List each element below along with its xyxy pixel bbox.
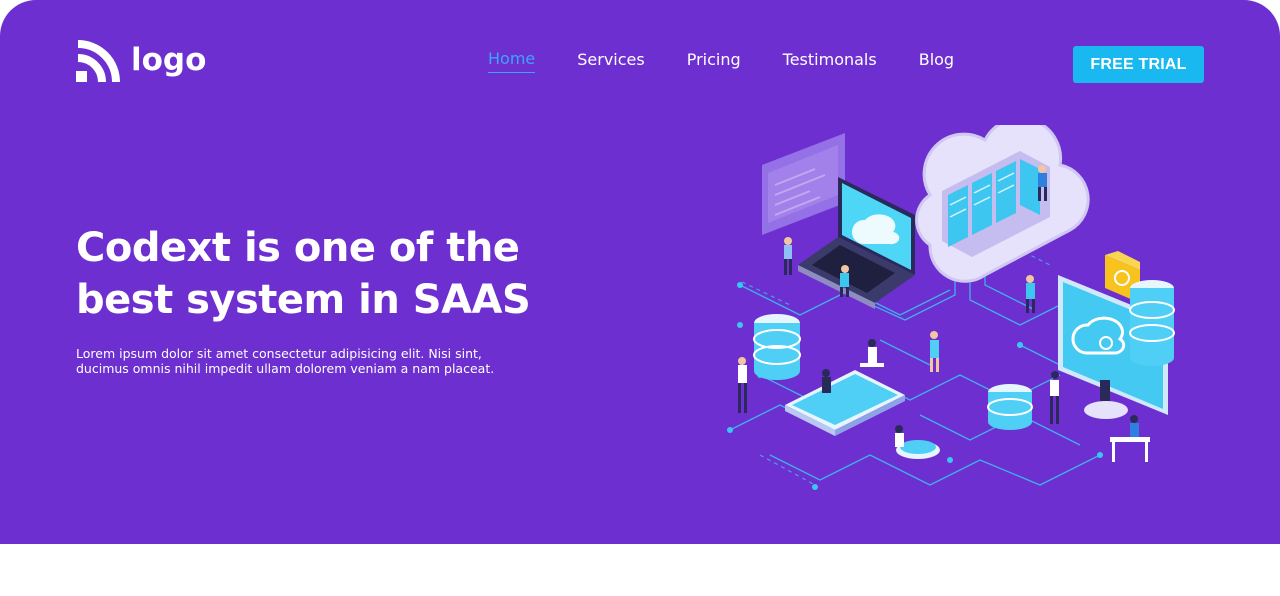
database-icon [987, 384, 1033, 430]
nav-testimonals[interactable]: Testimonals [783, 49, 877, 73]
person-icon [784, 237, 792, 275]
hero-section: logo Home Services Pricing Testimonals B… [0, 0, 1280, 544]
cloud-server-icon [915, 125, 1090, 283]
database-icon [1129, 280, 1175, 366]
hero-subtext-line-1: Lorem ipsum dolor sit amet consectetur a… [76, 346, 482, 361]
logo-text: logo [131, 41, 207, 78]
person-icon [738, 357, 747, 413]
database-icon [753, 314, 801, 380]
logo[interactable]: logo [76, 40, 206, 84]
nav-blog[interactable]: Blog [919, 49, 954, 73]
wifi-signal-logo-icon [76, 40, 120, 83]
hero-subtext: Lorem ipsum dolor sit amet consectetur a… [76, 346, 536, 376]
isometric-cloud-network-illustration [727, 125, 1175, 490]
person-icon [860, 339, 884, 367]
hero-subtext-line-2: ducimus omnis nihil impedit ullam dolore… [76, 361, 495, 376]
nav-services[interactable]: Services [577, 49, 644, 73]
nav-home[interactable]: Home [488, 48, 536, 73]
person-icon [930, 331, 939, 372]
person-icon [895, 425, 904, 447]
person-icon [822, 369, 831, 393]
hero-headline: Codext is one of the best system in SAAS [76, 222, 636, 326]
tablet-platform-icon [785, 370, 905, 436]
person-icon [1110, 415, 1150, 462]
hero-headline-line-2: best system in SAAS [76, 277, 531, 323]
floating-code-panel [762, 133, 845, 235]
hero-headline-line-1: Codext is one of the [76, 225, 520, 271]
free-trial-button[interactable]: FREE TRIAL [1073, 46, 1204, 83]
main-nav: Home Services Pricing Testimonals Blog [488, 48, 996, 73]
nav-pricing[interactable]: Pricing [687, 49, 741, 73]
